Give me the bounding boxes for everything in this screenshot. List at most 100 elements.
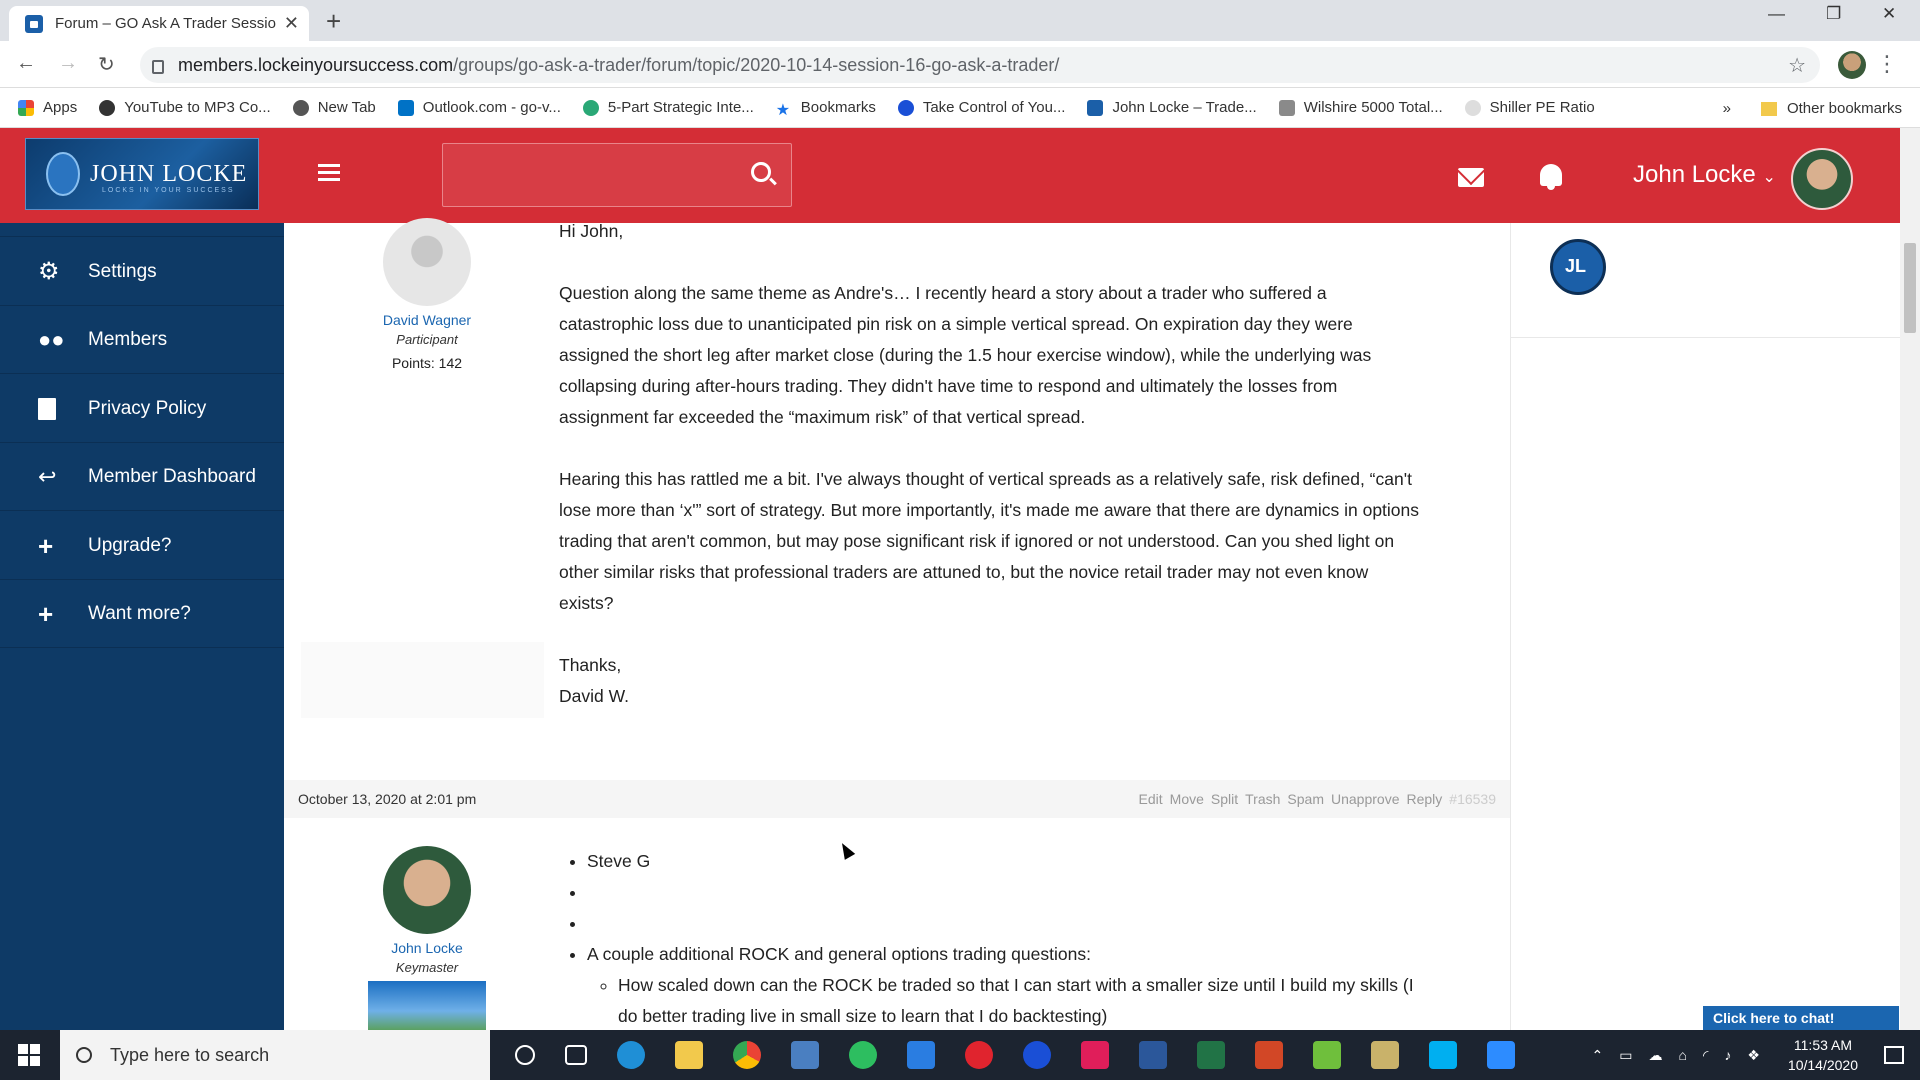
move-link[interactable]: Move <box>1170 791 1204 807</box>
bookmark-take-control[interactable]: Take Control of You... <box>897 99 1065 116</box>
powerpoint-icon[interactable] <box>1255 1041 1283 1069</box>
hamburger-menu-icon[interactable] <box>318 164 340 185</box>
taskbar-clock[interactable]: 11:53 AM 10/14/2020 <box>1788 1035 1858 1075</box>
split-link[interactable]: Split <box>1211 791 1238 807</box>
network-icon[interactable]: ⌂ <box>1678 1047 1686 1063</box>
edge-icon[interactable] <box>617 1041 645 1069</box>
windows-start-icon[interactable] <box>18 1044 40 1066</box>
sidebar-item-member-dashboard[interactable]: ↩ Member Dashboard <box>0 443 284 511</box>
edit-link[interactable]: Edit <box>1139 791 1163 807</box>
evernote-icon[interactable] <box>849 1041 877 1069</box>
chevron-down-icon: ⌄ <box>1762 169 1776 186</box>
profile-avatar[interactable] <box>1838 51 1866 79</box>
bookmark-star-icon[interactable]: ☆ <box>1788 53 1806 78</box>
site-logo[interactable]: JOHN LOCKE LOCKS IN YOUR SUCCESS <box>25 138 259 210</box>
notifications-bell-icon[interactable] <box>1540 164 1562 190</box>
sidebar-item-label: Settings <box>88 260 157 282</box>
onedrive-icon[interactable]: ☁ <box>1648 1047 1662 1064</box>
bookmark-john-locke[interactable]: John Locke – Trade... <box>1087 99 1257 116</box>
skype-icon[interactable] <box>1429 1041 1457 1069</box>
restore-icon[interactable]: ❐ <box>1826 4 1841 24</box>
dropbox-icon[interactable]: ❖ <box>1747 1047 1760 1064</box>
sidebar-item-upgrade[interactable]: + Upgrade? <box>0 512 284 580</box>
sidebar-item-label: Members <box>88 328 168 350</box>
other-bookmarks[interactable]: Other bookmarks <box>1787 100 1902 117</box>
sidebar-item-members[interactable]: ●● Members <box>0 306 284 374</box>
reply-body: Steve G A couple additional ROCK and gen… <box>567 846 1427 1032</box>
author-avatar[interactable] <box>383 846 471 934</box>
slack-icon[interactable] <box>1081 1041 1109 1069</box>
live-chat-button[interactable]: Click here to chat! <box>1703 1006 1899 1030</box>
app-icon[interactable] <box>1313 1041 1341 1069</box>
new-tab-icon[interactable]: + <box>326 6 341 37</box>
search-icon <box>76 1047 92 1063</box>
post-author: John Locke Keymaster <box>337 846 517 1031</box>
close-window-icon[interactable]: ✕ <box>1882 4 1896 24</box>
minimize-icon[interactable]: — <box>1768 4 1785 24</box>
bookmark-new-tab[interactable]: New Tab <box>292 99 376 116</box>
sidebar-item-settings[interactable]: ⚙ Settings <box>0 238 284 306</box>
chrome-icon[interactable] <box>733 1041 761 1069</box>
unapprove-link[interactable]: Unapprove <box>1331 791 1400 807</box>
search-icon[interactable] <box>751 162 771 182</box>
user-avatar[interactable] <box>1791 148 1853 210</box>
forward-icon[interactable]: → <box>58 52 78 75</box>
file-explorer-icon[interactable] <box>675 1041 703 1069</box>
group-avatar-icon[interactable] <box>1550 239 1606 295</box>
messages-icon[interactable] <box>1458 168 1484 187</box>
app-icon[interactable] <box>791 1041 819 1069</box>
task-view-icon[interactable] <box>565 1045 587 1065</box>
plus-icon: + <box>38 598 54 629</box>
post-id-link[interactable]: #16539 <box>1449 791 1496 807</box>
scrollbar-thumb[interactable] <box>1904 243 1916 333</box>
bookmark-strategic[interactable]: 5-Part Strategic Inte... <box>582 99 754 116</box>
tab-title: Forum – GO Ask A Trader Sessior <box>55 15 276 32</box>
page-scrollbar[interactable] <box>1900 128 1920 1030</box>
author-name-link[interactable]: David Wagner <box>337 312 517 328</box>
user-menu[interactable]: John Locke ⌄ <box>1633 161 1776 189</box>
reply-link[interactable]: Reply <box>1406 791 1442 807</box>
app-icon[interactable] <box>1023 1041 1051 1069</box>
signature-image <box>368 981 486 1031</box>
post-signoff: Thanks, <box>559 655 622 675</box>
back-icon[interactable]: ← <box>16 52 36 75</box>
reload-icon[interactable]: ↻ <box>98 52 115 77</box>
close-tab-icon[interactable]: ✕ <box>284 13 299 34</box>
menu-kebab-icon[interactable]: ⋮ <box>1876 51 1898 77</box>
sidebar-item-label: Upgrade? <box>88 534 172 556</box>
folder-icon <box>1760 101 1777 116</box>
battery-icon[interactable]: ▭ <box>1619 1047 1632 1064</box>
todo-icon[interactable] <box>907 1041 935 1069</box>
default-avatar[interactable] <box>383 218 471 306</box>
bookmark-label: 5-Part Strategic Inte... <box>607 99 754 116</box>
bookmark-bookmarks[interactable]: ★ Bookmarks <box>776 99 876 119</box>
zoom-icon[interactable] <box>1487 1041 1515 1069</box>
bookmark-label: Bookmarks <box>800 99 876 116</box>
volume-icon[interactable]: ♪ <box>1724 1047 1731 1063</box>
site-icon <box>1087 99 1104 116</box>
bookmark-label: New Tab <box>317 99 376 116</box>
cortana-icon[interactable] <box>515 1045 535 1065</box>
bookmark-youtube-mp3[interactable]: YouTube to MP3 Co... <box>99 99 271 116</box>
site-search-input[interactable] <box>442 143 792 207</box>
bookmark-shiller[interactable]: Shiller PE Ratio <box>1464 99 1595 116</box>
sidebar-item-want-more[interactable]: + Want more? <box>0 580 284 648</box>
more-bookmarks-icon[interactable]: » <box>1723 100 1731 117</box>
sidebar-item-privacy-policy[interactable]: Privacy Policy <box>0 375 284 443</box>
app-icon[interactable] <box>1371 1041 1399 1069</box>
tray-chevron-icon[interactable]: ⌃ <box>1592 1047 1604 1064</box>
bookmark-wilshire[interactable]: Wilshire 5000 Total... <box>1278 99 1443 116</box>
spam-link[interactable]: Spam <box>1287 791 1324 807</box>
trash-link[interactable]: Trash <box>1245 791 1280 807</box>
author-name-link[interactable]: John Locke <box>337 940 517 956</box>
taskbar-search-input[interactable]: Type here to search <box>60 1030 490 1080</box>
bookmark-outlook[interactable]: Outlook.com - go-v... <box>397 99 561 116</box>
word-icon[interactable] <box>1139 1041 1167 1069</box>
url-bar[interactable]: members.lockeinyoursuccess.com /groups/g… <box>140 47 1820 83</box>
browser-tab[interactable]: Forum – GO Ask A Trader Sessior ✕ <box>9 6 309 41</box>
action-center-icon[interactable] <box>1884 1046 1904 1064</box>
wifi-icon[interactable]: ◜ <box>1703 1047 1708 1064</box>
excel-icon[interactable] <box>1197 1041 1225 1069</box>
opera-icon[interactable] <box>965 1041 993 1069</box>
bookmark-apps[interactable]: Apps <box>18 99 77 116</box>
